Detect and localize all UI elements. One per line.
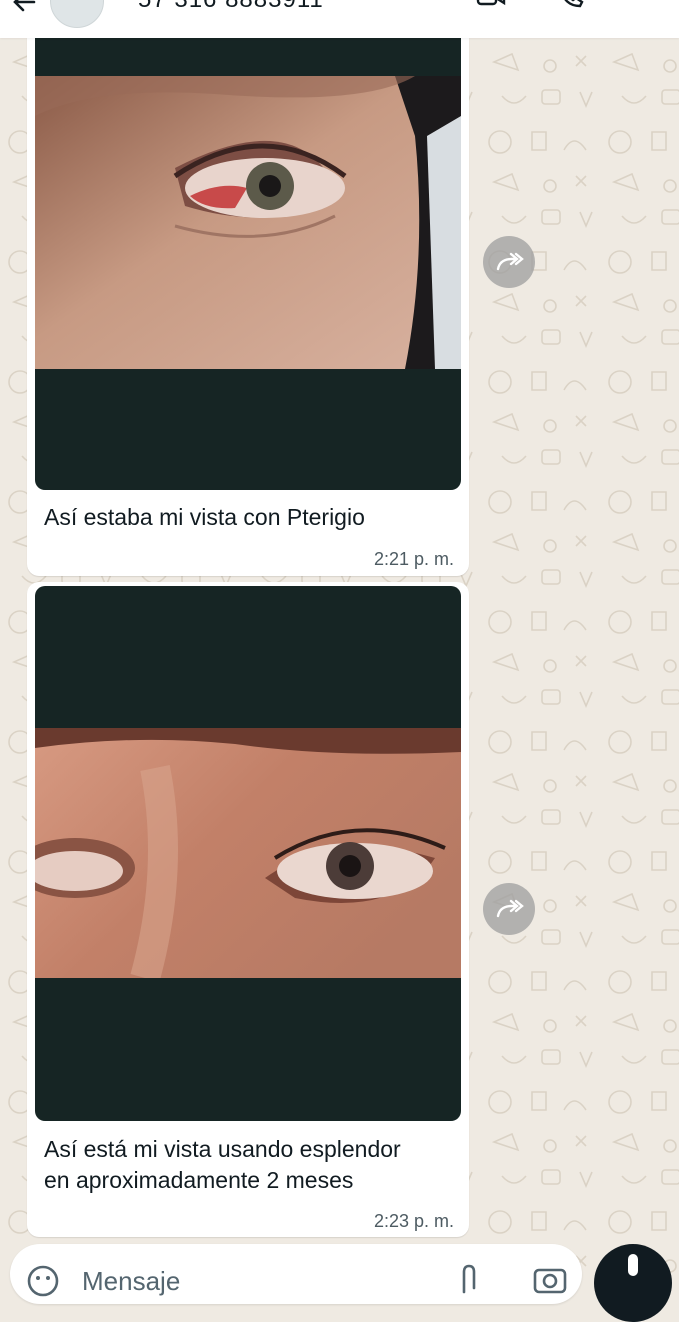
contact-title[interactable]: 57 316 8883911	[138, 0, 324, 14]
message-caption-2: Así está mi vista usando esplendor en ap…	[44, 1134, 457, 1196]
voice-record-button[interactable]	[594, 1244, 672, 1322]
forward-button-1[interactable]	[483, 236, 535, 288]
forward-icon	[496, 899, 524, 918]
caption-line: en aproximadamente 2 meses	[44, 1167, 354, 1193]
caption-line: Así está mi vista usando esplendor	[44, 1136, 401, 1162]
emoji-icon[interactable]	[26, 1264, 60, 1298]
photo-eye-after	[35, 728, 461, 978]
message-input-bar[interactable]: Mensaje	[10, 1244, 582, 1304]
message-bubble-2[interactable]: Así está mi vista usando esplendor en ap…	[27, 582, 469, 1237]
camera-icon[interactable]	[532, 1264, 568, 1294]
message-caption-1: Así estaba mi vista con Pterigio	[44, 504, 365, 530]
contact-avatar[interactable]	[50, 0, 104, 28]
voice-call-icon[interactable]	[558, 0, 588, 10]
video-call-icon[interactable]	[476, 0, 506, 10]
more-options-icon[interactable]	[628, 0, 648, 10]
microphone-icon	[628, 1254, 638, 1276]
forward-icon	[496, 252, 524, 271]
message-bubble-1[interactable]: Así estaba mi vista con Pterigio 2:21 p.…	[27, 0, 469, 576]
message-time-2: 2:23 p. m.	[373, 1211, 454, 1231]
chat-header: 57 316 8883911	[0, 0, 679, 38]
message-time-1: 2:21 p. m.	[373, 549, 454, 569]
attach-icon[interactable]	[458, 1262, 480, 1296]
message-input[interactable]: Mensaje	[82, 1266, 180, 1297]
forward-button-2[interactable]	[483, 883, 535, 935]
back-arrow-icon[interactable]	[10, 0, 38, 14]
photo-eye-before	[35, 76, 461, 369]
message-photo-2[interactable]	[35, 586, 461, 1121]
message-photo-1[interactable]	[35, 0, 461, 490]
